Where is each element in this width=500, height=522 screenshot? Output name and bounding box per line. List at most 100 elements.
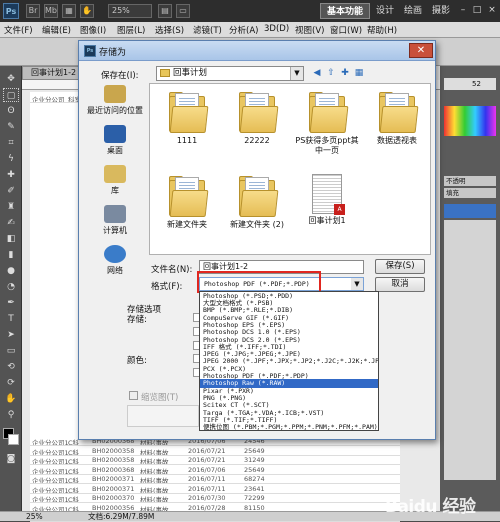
- dodge-tool-icon[interactable]: ◔: [3, 280, 19, 294]
- place-library[interactable]: 库: [85, 165, 145, 196]
- sheet-cell: C科: [68, 458, 80, 465]
- 3d-rotate-icon[interactable]: ⟲: [3, 360, 19, 374]
- sheet-row: 企业分公司1 C科 BH02000371 材料(事故 2016/07/11 23641: [30, 485, 400, 494]
- highlight-annotation: [197, 271, 321, 293]
- folder-item[interactable]: 1111: [152, 90, 222, 146]
- status-zoom[interactable]: 25%: [26, 512, 43, 521]
- menu-file[interactable]: 文件(F): [4, 24, 33, 36]
- sheet-cell: C科: [68, 486, 80, 494]
- bridge-icon[interactable]: Br: [26, 4, 40, 18]
- panel-value[interactable]: 52: [444, 78, 496, 90]
- background-color-swatch[interactable]: [8, 434, 19, 445]
- chevron-down-icon[interactable]: ▼: [290, 67, 303, 80]
- color-label: 颜色:: [127, 356, 147, 366]
- folder-icon: [377, 90, 419, 134]
- layers-list[interactable]: [444, 220, 496, 480]
- minimize-button[interactable]: –: [456, 4, 470, 17]
- place-computer[interactable]: 计算机: [85, 205, 145, 236]
- folder-item[interactable]: 数据透视表: [362, 90, 432, 146]
- menu-layer[interactable]: 图层(L): [117, 24, 145, 36]
- type-tool-icon[interactable]: T: [3, 312, 19, 326]
- back-icon[interactable]: ◀: [311, 67, 323, 79]
- folder-item[interactable]: PS获得多页ppt其中一页: [292, 90, 362, 156]
- sheet-cell: BH02000358: [92, 446, 135, 455]
- place-network[interactable]: 网络: [85, 245, 145, 276]
- folder-icon: [307, 90, 349, 134]
- 3d-orbit-icon[interactable]: ⟳: [3, 376, 19, 390]
- folder-item[interactable]: 22222: [222, 90, 292, 146]
- folder-item[interactable]: 新建文件夹: [152, 174, 222, 230]
- quick-mask-icon[interactable]: ◙: [3, 452, 19, 466]
- menu-bar: 文件(F) 编辑(E) 图像(I) 图层(L) 选择(S) 滤镜(T) 分析(A…: [0, 22, 500, 38]
- quick-select-icon[interactable]: ✎: [3, 120, 19, 134]
- path-select-icon[interactable]: ➤: [3, 328, 19, 342]
- close-app-button[interactable]: ×: [485, 4, 499, 17]
- move-tool-icon[interactable]: ✥: [3, 72, 19, 86]
- brush-tool-icon[interactable]: ✐: [3, 184, 19, 198]
- file-list-pane[interactable]: 1111 22222 PS获得多页ppt其中一页 数据透视表 新建文件夹 新建文…: [149, 83, 431, 255]
- format-dropdown-list[interactable]: Photoshop (*.PSD;*.PDD) 大型文档格式 (*.PSB) B…: [199, 291, 379, 431]
- status-doc-size: 文档:6.29M/7.89M: [88, 512, 155, 521]
- view-menu-icon[interactable]: ▦: [353, 67, 365, 79]
- blur-tool-icon[interactable]: ●: [3, 264, 19, 278]
- new-folder-icon[interactable]: ✚: [339, 67, 351, 79]
- menu-filter[interactable]: 滤镜(T): [193, 24, 222, 36]
- clone-stamp-icon[interactable]: ♜: [3, 200, 19, 214]
- up-folder-icon[interactable]: ⇧: [325, 67, 337, 79]
- photoshop-logo: Ps: [3, 3, 19, 19]
- sheet-cell: C科: [68, 477, 80, 484]
- thumbnail-checkbox[interactable]: [129, 391, 138, 400]
- place-desktop[interactable]: 桌面: [85, 125, 145, 156]
- menu-help[interactable]: 帮助(H): [367, 24, 397, 36]
- cancel-button[interactable]: 取消: [375, 277, 425, 292]
- workspace-paint[interactable]: 绘画: [398, 3, 428, 19]
- menu-window[interactable]: 窗口(W): [330, 24, 362, 36]
- save-in-select[interactable]: 回事计划 ▼: [156, 66, 304, 81]
- workspace-design[interactable]: 设计: [370, 3, 400, 19]
- healing-brush-icon[interactable]: ✚: [3, 168, 19, 182]
- dialog-title: 存储为: [99, 48, 127, 58]
- thumbnail-label: 缩览图(T): [141, 393, 179, 403]
- menu-edit[interactable]: 编辑(E): [42, 24, 71, 36]
- folder-item[interactable]: 新建文件夹 (2): [222, 174, 292, 230]
- workspace-photo[interactable]: 摄影: [426, 3, 456, 19]
- save-button[interactable]: 保存(S): [375, 259, 425, 274]
- hand-icon[interactable]: ✋: [80, 4, 94, 18]
- place-recent[interactable]: 最近访问的位置: [85, 85, 145, 116]
- options-disabled-field: [127, 405, 199, 427]
- menu-analysis[interactable]: 分析(A): [229, 24, 258, 36]
- screen-mode-icon[interactable]: ▭: [176, 4, 190, 18]
- sheet-cell: 2016/07/06: [188, 465, 226, 474]
- pen-tool-icon[interactable]: ✒: [3, 296, 19, 310]
- gradient-tool-icon[interactable]: ▮: [3, 248, 19, 262]
- lasso-tool-icon[interactable]: ʘ: [3, 104, 19, 118]
- mini-bridge-icon[interactable]: Mb: [44, 4, 58, 18]
- layer-row-selected[interactable]: [444, 204, 496, 218]
- eyedropper-icon[interactable]: ϟ: [3, 152, 19, 166]
- menu-3d[interactable]: 3D(D): [264, 24, 289, 34]
- menu-view[interactable]: 视图(V): [295, 24, 324, 36]
- chevron-down-icon[interactable]: ▼: [351, 278, 363, 290]
- grid-icon[interactable]: ▦: [62, 4, 76, 18]
- sheet-cell: 2016/07/11: [188, 484, 226, 493]
- menu-image[interactable]: 图像(I): [80, 24, 106, 36]
- dialog-close-button[interactable]: ✕: [409, 43, 433, 58]
- arrange-icon[interactable]: ▤: [158, 4, 172, 18]
- marquee-tool-icon[interactable]: ▢: [3, 88, 19, 102]
- sheet-cell: 2016/07/21: [188, 446, 226, 455]
- eraser-tool-icon[interactable]: ◧: [3, 232, 19, 246]
- zoom-select[interactable]: 25%: [108, 4, 152, 18]
- save-in-value: 回事计划: [173, 68, 208, 78]
- format-option[interactable]: 便携位图 (*.PBM;*.PGM;*.PPM;*.PNM;*.PFM;*.PA…: [200, 423, 378, 431]
- color-spectrum[interactable]: [444, 106, 496, 136]
- hand-tool-icon[interactable]: ✋: [3, 392, 19, 406]
- menu-select[interactable]: 选择(S): [155, 24, 184, 36]
- maximize-button[interactable]: □: [470, 4, 484, 17]
- pdf-file-item[interactable]: A 回事计划1: [292, 174, 362, 226]
- history-brush-icon[interactable]: ✍: [3, 216, 19, 230]
- workspace-basic[interactable]: 基本功能: [320, 3, 371, 19]
- tools-panel: ✥ ▢ ʘ ✎ ⌗ ϟ ✚ ✐ ♜ ✍ ◧ ▮ ● ◔ ✒ T ➤ ▭ ⟲ ⟳ …: [0, 66, 22, 511]
- zoom-tool-icon[interactable]: ⚲: [3, 408, 19, 422]
- shape-tool-icon[interactable]: ▭: [3, 344, 19, 358]
- crop-tool-icon[interactable]: ⌗: [3, 136, 19, 150]
